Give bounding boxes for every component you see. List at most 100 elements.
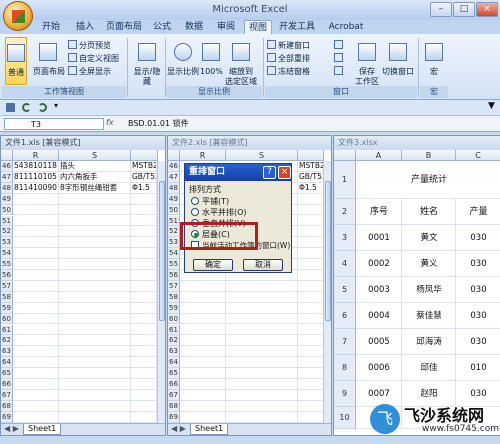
row-header[interactable]: 54 (168, 248, 180, 260)
cell-s[interactable]: 8字形钢丝绳钳套 (59, 182, 131, 194)
table-cell[interactable]: 0007 (356, 381, 402, 407)
cell-t[interactable] (298, 400, 324, 412)
cell-s[interactable]: 插头 (59, 161, 131, 172)
row-header[interactable]: 52 (168, 226, 180, 238)
column-header-s[interactable]: S (226, 150, 298, 161)
full-screen-button[interactable]: 全屏显示 (68, 66, 111, 77)
cell-s[interactable] (226, 368, 298, 379)
row-header[interactable]: 64 (168, 357, 180, 369)
cell-s[interactable] (226, 280, 298, 292)
row-header[interactable]: 54 (1, 248, 13, 260)
row-header[interactable]: 49 (1, 193, 13, 205)
cell-r[interactable] (180, 313, 226, 325)
row-header[interactable]: 46 (1, 161, 13, 172)
cell-s[interactable] (226, 291, 298, 303)
cell-t[interactable]: GB/T535 (298, 171, 324, 183)
table-cell[interactable]: 杨凤华 (402, 277, 456, 303)
row-header[interactable]: 57 (1, 280, 13, 292)
cell-s[interactable] (226, 400, 298, 412)
cell-s[interactable] (59, 204, 131, 216)
row-header[interactable]: 62 (168, 335, 180, 347)
table-cell[interactable]: 黄文 (402, 225, 456, 251)
row-header[interactable]: 55 (168, 259, 180, 270)
save-workspace-button[interactable]: 保存 工作区 (354, 37, 380, 87)
ribbon-minimize-icon[interactable]: ▼ (488, 101, 495, 111)
row-header[interactable]: 59 (168, 302, 180, 314)
table-header-cell[interactable]: 姓名 (402, 199, 456, 225)
cell-r[interactable] (180, 368, 226, 379)
cell-s[interactable] (226, 324, 298, 336)
cell-t[interactable] (298, 324, 324, 336)
cell-t[interactable] (298, 346, 324, 358)
cell-s[interactable] (59, 346, 131, 358)
cell-t[interactable] (131, 280, 157, 292)
row-header[interactable]: 63 (1, 346, 13, 358)
table-cell[interactable]: 0001 (356, 225, 402, 251)
formula-input[interactable]: BSD.01.01 锁件 (128, 118, 189, 130)
cell-r[interactable] (13, 335, 59, 347)
row-header[interactable]: 2 (334, 199, 356, 225)
table-cell[interactable]: 030 (456, 329, 500, 355)
workbook-window-3[interactable]: 文件3.xlsx A B C 1 产量统计 2 序号 姓名 产量 3 0001 黄文 030 4 00… (333, 135, 500, 436)
column-header-r[interactable]: R (180, 150, 226, 161)
row-header[interactable]: 48 (1, 182, 13, 194)
table-cell[interactable]: 蔡佳慧 (402, 303, 456, 329)
row-header[interactable]: 69 (168, 411, 180, 423)
cell-s[interactable] (59, 379, 131, 390)
table-cell[interactable]: 030 (456, 251, 500, 277)
cell-t[interactable] (131, 204, 157, 216)
office-button[interactable] (3, 1, 33, 31)
cell-r[interactable] (180, 346, 226, 358)
cell-r[interactable]: 811110105 (13, 171, 59, 183)
cell-t[interactable] (298, 291, 324, 303)
cell-t[interactable] (131, 302, 157, 314)
page-break-preview-button[interactable]: 分页预览 (68, 40, 111, 51)
row-header[interactable]: 68 (1, 400, 13, 412)
cell-t[interactable] (131, 259, 157, 270)
cell-r[interactable] (13, 291, 59, 303)
row-header[interactable]: 66 (1, 379, 13, 390)
cell-s[interactable] (59, 400, 131, 412)
cell-t[interactable] (131, 324, 157, 336)
tab-home[interactable]: 开始 (36, 20, 66, 34)
cell-t[interactable] (131, 237, 157, 249)
row-header[interactable]: 58 (1, 291, 13, 303)
page-layout-view-button[interactable]: 页面布局 (31, 37, 67, 77)
table-title[interactable]: 产量统计 (356, 161, 500, 199)
cell-r[interactable] (13, 270, 59, 281)
tab-insert[interactable]: 插入 (70, 20, 100, 34)
row-header[interactable]: 67 (1, 389, 13, 401)
cell-r[interactable] (13, 324, 59, 336)
cell-t[interactable] (131, 346, 157, 358)
cell-s[interactable] (226, 379, 298, 390)
tab-review[interactable]: 审阅 (212, 20, 240, 34)
tab-acrobat[interactable]: Acrobat (326, 20, 366, 34)
cell-t[interactable] (298, 215, 324, 227)
cell-t[interactable] (298, 280, 324, 292)
cell-s[interactable]: 内六角扳手 (59, 171, 131, 183)
cell-t[interactable]: MSTB2.5/ (298, 161, 324, 172)
cell-r[interactable] (180, 280, 226, 292)
cell-r[interactable] (180, 411, 226, 423)
cancel-button[interactable]: 取消 (243, 259, 283, 271)
table-cell[interactable]: 邱佳 (402, 355, 456, 381)
cell-r[interactable] (180, 389, 226, 401)
row-header[interactable]: 58 (168, 291, 180, 303)
cell-s[interactable] (59, 291, 131, 303)
row-header[interactable]: 61 (1, 324, 13, 336)
cell-t[interactable]: Φ1.5 (298, 182, 324, 194)
cell-t[interactable] (131, 400, 157, 412)
row-header[interactable]: 57 (168, 280, 180, 292)
row-header[interactable]: 61 (168, 324, 180, 336)
cell-r[interactable]: 543810118 (13, 161, 59, 172)
table-cell[interactable]: 0002 (356, 251, 402, 277)
vertical-scrollbar[interactable] (157, 161, 165, 423)
split-button[interactable] (334, 40, 345, 51)
sheet-nav-icon[interactable]: ◀ ▶ (4, 424, 19, 433)
macros-button[interactable]: 宏 (422, 37, 446, 77)
cell-r[interactable] (13, 237, 59, 249)
cell-t[interactable] (131, 226, 157, 238)
column-header-s[interactable]: S (59, 150, 131, 161)
row-header[interactable]: 65 (168, 368, 180, 379)
cell-r[interactable] (180, 302, 226, 314)
